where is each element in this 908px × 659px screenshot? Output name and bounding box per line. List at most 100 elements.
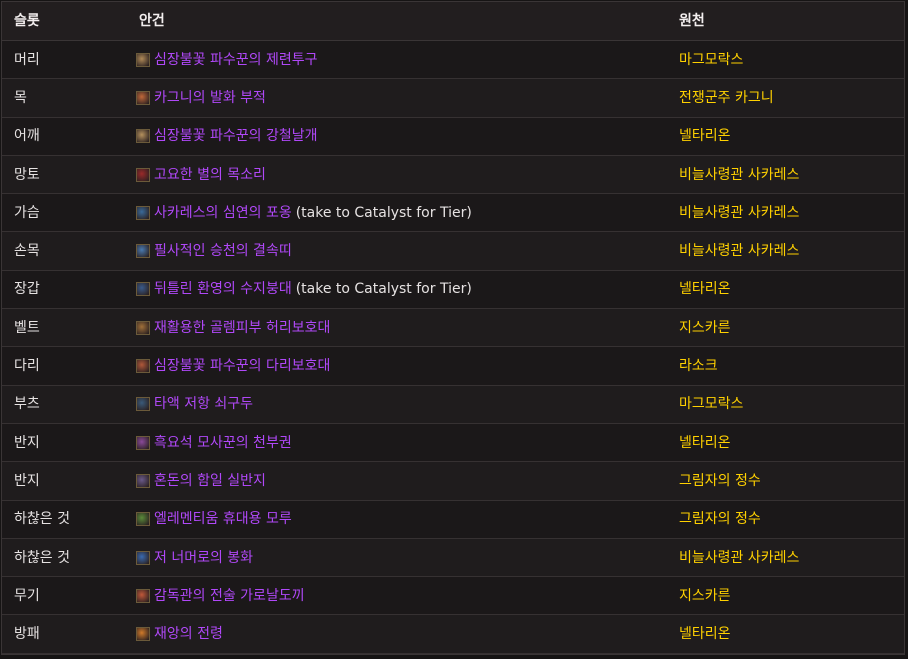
shield-icon[interactable] bbox=[136, 627, 150, 642]
item-cell: 저 너머로의 봉화 bbox=[136, 549, 253, 567]
item-cell: 재앙의 전령 bbox=[136, 625, 223, 643]
chest-icon[interactable] bbox=[136, 205, 150, 220]
table-body: 머리 심장불꽃 파수꾼의 제련투구 마그모락스 목 카그니의 발화 부적 전쟁군주 카그니… bbox=[2, 41, 904, 654]
slot-cell: 부츠 bbox=[14, 396, 40, 413]
source-cell: 넬타리온 bbox=[679, 128, 731, 145]
table-row: 목 카그니의 발화 부적 전쟁군주 카그니 bbox=[2, 79, 904, 118]
item-cell: 뒤틀린 환영의 수지붕대 (take to Catalyst for Tier) bbox=[136, 280, 472, 298]
table-row: 다리 심장불꽃 파수꾼의 다리보호대 라소크 bbox=[2, 347, 904, 386]
item-cell: 타액 저항 쇠구두 bbox=[136, 395, 253, 413]
slot-cell: 하찮은 것 bbox=[14, 549, 70, 566]
table-row: 손목 필사적인 승천의 결속띠 비늘사령관 사카레스 bbox=[2, 232, 904, 271]
shoulder-icon[interactable] bbox=[136, 129, 150, 144]
item-cell: 재활용한 골렘피부 허리보호대 bbox=[136, 319, 330, 337]
source-cell: 넬타리온 bbox=[679, 281, 731, 298]
trinket-icon[interactable] bbox=[136, 512, 150, 527]
item-link[interactable]: 타액 저항 쇠구두 bbox=[154, 395, 253, 413]
slot-cell: 벨트 bbox=[14, 319, 40, 336]
column-header-source: 원천 bbox=[679, 13, 705, 29]
source-cell: 비늘사령관 사카레스 bbox=[679, 166, 800, 183]
item-link[interactable]: 재앙의 전령 bbox=[154, 625, 223, 643]
slot-cell: 반지 bbox=[14, 472, 40, 489]
item-link[interactable]: 재활용한 골렘피부 허리보호대 bbox=[154, 319, 330, 337]
item-cell: 흑요석 모사꾼의 천부권 bbox=[136, 434, 292, 452]
item-cell: 필사적인 승천의 결속띠 bbox=[136, 242, 292, 260]
cloak-icon[interactable] bbox=[136, 167, 150, 182]
slot-cell: 장갑 bbox=[14, 281, 40, 298]
source-cell: 그림자의 정수 bbox=[679, 472, 761, 489]
item-cell: 엘레멘티움 휴대용 모루 bbox=[136, 510, 292, 528]
table-row: 부츠 타액 저항 쇠구두 마그모락스 bbox=[2, 385, 904, 424]
trinket-icon[interactable] bbox=[136, 550, 150, 565]
source-cell: 마그모락스 bbox=[679, 51, 744, 68]
item-link[interactable]: 저 너머로의 봉화 bbox=[154, 549, 253, 567]
table-row: 반지 흑요석 모사꾼의 천부권 넬타리온 bbox=[2, 424, 904, 463]
item-link[interactable]: 심장불꽃 파수꾼의 다리보호대 bbox=[154, 357, 330, 375]
source-cell: 비늘사령관 사카레스 bbox=[679, 204, 800, 221]
source-cell: 비늘사령관 사카레스 bbox=[679, 549, 800, 566]
source-cell: 지스카른 bbox=[679, 587, 731, 604]
item-link[interactable]: 사카레스의 심연의 포옹 bbox=[154, 204, 292, 222]
item-cell: 심장불꽃 파수꾼의 제련투구 bbox=[136, 51, 317, 69]
item-link[interactable]: 혼돈의 함일 실반지 bbox=[154, 472, 266, 490]
slot-cell: 하찮은 것 bbox=[14, 511, 70, 528]
table-header-row: 슬롯 안건 원천 bbox=[2, 2, 904, 41]
item-link[interactable]: 뒤틀린 환영의 수지붕대 bbox=[154, 280, 292, 298]
item-link[interactable]: 심장불꽃 파수꾼의 제련투구 bbox=[154, 51, 317, 69]
helm-icon[interactable] bbox=[136, 52, 150, 67]
slot-cell: 어깨 bbox=[14, 128, 40, 145]
amulet-icon[interactable] bbox=[136, 90, 150, 105]
boots-icon[interactable] bbox=[136, 397, 150, 412]
item-cell: 카그니의 발화 부적 bbox=[136, 89, 266, 107]
table-row: 망토 고요한 별의 목소리 비늘사령관 사카레스 bbox=[2, 155, 904, 195]
item-link[interactable]: 흑요석 모사꾼의 천부권 bbox=[154, 434, 292, 452]
axe-icon[interactable] bbox=[136, 588, 150, 603]
item-cell: 사카레스의 심연의 포옹 (take to Catalyst for Tier) bbox=[136, 204, 472, 222]
table-row: 방패 재앙의 전령 넬타리온 bbox=[2, 615, 904, 654]
loot-table: 슬롯 안건 원천 머리 심장불꽃 파수꾼의 제련투구 마그모락스 목 카그니의 발화 부… bbox=[1, 1, 905, 655]
source-cell: 넬타리온 bbox=[679, 434, 731, 451]
slot-cell: 다리 bbox=[14, 358, 40, 375]
source-cell: 마그모락스 bbox=[679, 396, 744, 413]
table-row: 벨트 재활용한 골렘피부 허리보호대 지스카른 bbox=[2, 309, 904, 348]
source-cell: 지스카른 bbox=[679, 319, 731, 336]
slot-cell: 방패 bbox=[14, 626, 40, 643]
slot-cell: 반지 bbox=[14, 434, 40, 451]
item-link[interactable]: 카그니의 발화 부적 bbox=[154, 89, 266, 107]
belt-icon[interactable] bbox=[136, 320, 150, 335]
table-row: 가슴 사카레스의 심연의 포옹 (take to Catalyst for Tier… bbox=[2, 194, 904, 233]
item-note: (take to Catalyst for Tier) bbox=[295, 204, 472, 221]
table-row: 반지 혼돈의 함일 실반지 그림자의 정수 bbox=[2, 462, 904, 501]
source-cell: 라소크 bbox=[679, 358, 718, 375]
table-row: 무기 감독관의 전술 가로날도끼 지스카른 bbox=[2, 577, 904, 616]
item-link[interactable]: 심장불꽃 파수꾼의 강철날개 bbox=[154, 127, 317, 145]
item-link[interactable]: 필사적인 승천의 결속띠 bbox=[154, 242, 292, 260]
source-cell: 넬타리온 bbox=[679, 626, 731, 643]
ring-icon[interactable] bbox=[136, 473, 150, 488]
gloves-icon[interactable] bbox=[136, 282, 150, 297]
slot-cell: 가슴 bbox=[14, 204, 40, 221]
legs-icon[interactable] bbox=[136, 359, 150, 374]
column-header-slot: 슬롯 bbox=[14, 13, 40, 29]
item-link[interactable]: 고요한 별의 목소리 bbox=[154, 166, 266, 184]
bracer-icon[interactable] bbox=[136, 244, 150, 259]
column-header-item: 안건 bbox=[139, 13, 165, 29]
slot-cell: 무기 bbox=[14, 587, 40, 604]
item-link[interactable]: 엘레멘티움 휴대용 모루 bbox=[154, 510, 292, 528]
source-cell: 비늘사령관 사카레스 bbox=[679, 243, 800, 260]
item-cell: 혼돈의 함일 실반지 bbox=[136, 472, 266, 490]
slot-cell: 손목 bbox=[14, 243, 40, 260]
table-row: 어깨 심장불꽃 파수꾼의 강철날개 넬타리온 bbox=[2, 118, 904, 156]
source-cell: 그림자의 정수 bbox=[679, 511, 761, 528]
item-cell: 고요한 별의 목소리 bbox=[136, 166, 266, 184]
table-row: 하찮은 것 저 너머로의 봉화 비늘사령관 사카레스 bbox=[2, 538, 904, 578]
slot-cell: 망토 bbox=[14, 166, 40, 183]
item-note: (take to Catalyst for Tier) bbox=[295, 281, 472, 298]
table-row: 장갑 뒤틀린 환영의 수지붕대 (take to Catalyst for Tier… bbox=[2, 271, 904, 310]
ring-icon[interactable] bbox=[136, 435, 150, 450]
slot-cell: 머리 bbox=[14, 51, 40, 68]
slot-cell: 목 bbox=[14, 89, 27, 106]
table-row: 머리 심장불꽃 파수꾼의 제련투구 마그모락스 bbox=[2, 41, 904, 80]
item-link[interactable]: 감독관의 전술 가로날도끼 bbox=[154, 587, 305, 605]
table-row: 하찮은 것 엘레멘티움 휴대용 모루 그림자의 정수 bbox=[2, 501, 904, 539]
